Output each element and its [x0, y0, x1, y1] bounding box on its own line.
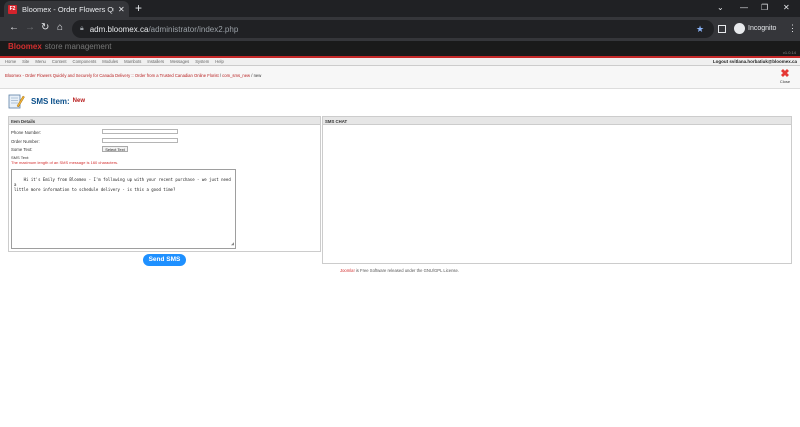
- incognito-icon[interactable]: [734, 23, 745, 34]
- cms-version: v1.0.14: [782, 50, 796, 55]
- item-details-header: Item Details: [9, 117, 320, 125]
- close-button[interactable]: ✖ Close: [775, 69, 795, 87]
- breadcrumb-current: new: [253, 73, 262, 78]
- close-label: Close: [779, 79, 791, 84]
- menu-item-modules[interactable]: Modules: [102, 59, 118, 64]
- cms-header: [0, 41, 800, 56]
- tab-favicon: F2: [8, 4, 17, 14]
- notepad-icon: [7, 92, 25, 110]
- order-number-input[interactable]: [102, 138, 178, 143]
- tab-title: Bloomex - Order Flowers Quickly: [22, 4, 114, 14]
- menu-item-system[interactable]: System: [195, 59, 209, 64]
- breadcrumb-site[interactable]: Bloomex - Order Flowers Quickly and Secu…: [5, 73, 219, 78]
- send-sms-button[interactable]: Send SMS: [143, 254, 186, 266]
- phone-label: Phone Number:: [11, 130, 42, 135]
- menu-item-site[interactable]: Site: [22, 59, 29, 64]
- menu-item-messages[interactable]: Messages: [170, 59, 189, 64]
- phone-number-input[interactable]: [102, 129, 178, 134]
- forward-button[interactable]: →: [25, 23, 35, 33]
- sidebar-icon[interactable]: [718, 25, 726, 33]
- menu-icon[interactable]: ⋮: [788, 23, 797, 34]
- address-bar[interactable]: 🔒︎ adm.bloomex.ca/administrator/index2.p…: [72, 20, 714, 38]
- cms-brand: Bloomex store management: [8, 42, 112, 51]
- restore-button[interactable]: ❐: [761, 3, 768, 12]
- sms-chat-panel: SMS CHAT: [322, 116, 792, 264]
- profile-label[interactable]: Incognito: [748, 25, 776, 32]
- logout-link[interactable]: Logout svitlana.horbatiuk@bloomex.ca: [713, 59, 797, 64]
- chevron-down-icon[interactable]: ⌄: [717, 3, 724, 12]
- star-icon[interactable]: ★: [696, 24, 704, 35]
- breadcrumb: Bloomex - Order Flowers Quickly and Secu…: [5, 73, 261, 78]
- menu-item-home[interactable]: Home: [5, 59, 16, 64]
- menu-item-help[interactable]: Help: [215, 59, 224, 64]
- page-heading: SMS Item: New: [7, 92, 85, 110]
- lock-icon: 🔒︎: [80, 25, 84, 32]
- menu-item-installers[interactable]: Installers: [147, 59, 164, 64]
- reload-button[interactable]: ↻: [41, 23, 49, 33]
- footer-text: is Free Software released under the GNU/…: [354, 268, 460, 273]
- close-icon: ✖: [780, 68, 790, 80]
- minimize-button[interactable]: —: [740, 3, 748, 12]
- item-details-panel: Item Details Phone Number: Order Number:…: [8, 116, 321, 252]
- home-button[interactable]: ⌂: [57, 23, 63, 33]
- browser-tabstrip: F2 Bloomex - Order Flowers Quickly ✕ + ⌄…: [0, 0, 800, 17]
- footer: Joomla! is Free Software released under …: [340, 268, 459, 273]
- url-path: /administrator/index2.php: [148, 24, 239, 34]
- url-host: adm.bloomex.ca: [89, 24, 149, 34]
- order-label: Order Number:: [11, 139, 40, 144]
- menu-item-components[interactable]: Components: [73, 59, 97, 64]
- admin-menu: Home Site Menu Content Components Module…: [5, 59, 224, 64]
- select-text-button[interactable]: Select Text: [102, 146, 128, 152]
- menu-item-content[interactable]: Content: [52, 59, 67, 64]
- max-length-note: The maximum length of an SMS message is …: [11, 160, 119, 165]
- footer-link[interactable]: Joomla!: [340, 268, 355, 273]
- browser-tab[interactable]: F2 Bloomex - Order Flowers Quickly ✕: [4, 1, 129, 17]
- some-text-label: Some Text:: [11, 147, 33, 152]
- sms-text-value: Hi it's Emily from Bloomex - I'm followi…: [14, 177, 231, 192]
- tab-close-icon[interactable]: ✕: [118, 5, 125, 14]
- page-title: SMS Item:: [31, 96, 70, 106]
- breadcrumb-component[interactable]: com_sms_new: [222, 73, 250, 78]
- brand-name: Bloomex: [8, 42, 42, 51]
- menu-item-menu[interactable]: Menu: [35, 59, 45, 64]
- brand-tagline: store management: [44, 42, 112, 51]
- new-tab-button[interactable]: +: [135, 2, 142, 14]
- back-button[interactable]: ←: [9, 23, 19, 33]
- sms-chat-header: SMS CHAT: [323, 117, 791, 125]
- menu-item-mambots[interactable]: Mambots: [124, 59, 141, 64]
- sms-text-area[interactable]: Hi it's Emily from Bloomex - I'm followi…: [11, 169, 236, 249]
- page-subtitle: New: [72, 98, 86, 104]
- resize-grip-icon[interactable]: ◢: [231, 242, 234, 247]
- window-close-button[interactable]: ✕: [783, 3, 790, 12]
